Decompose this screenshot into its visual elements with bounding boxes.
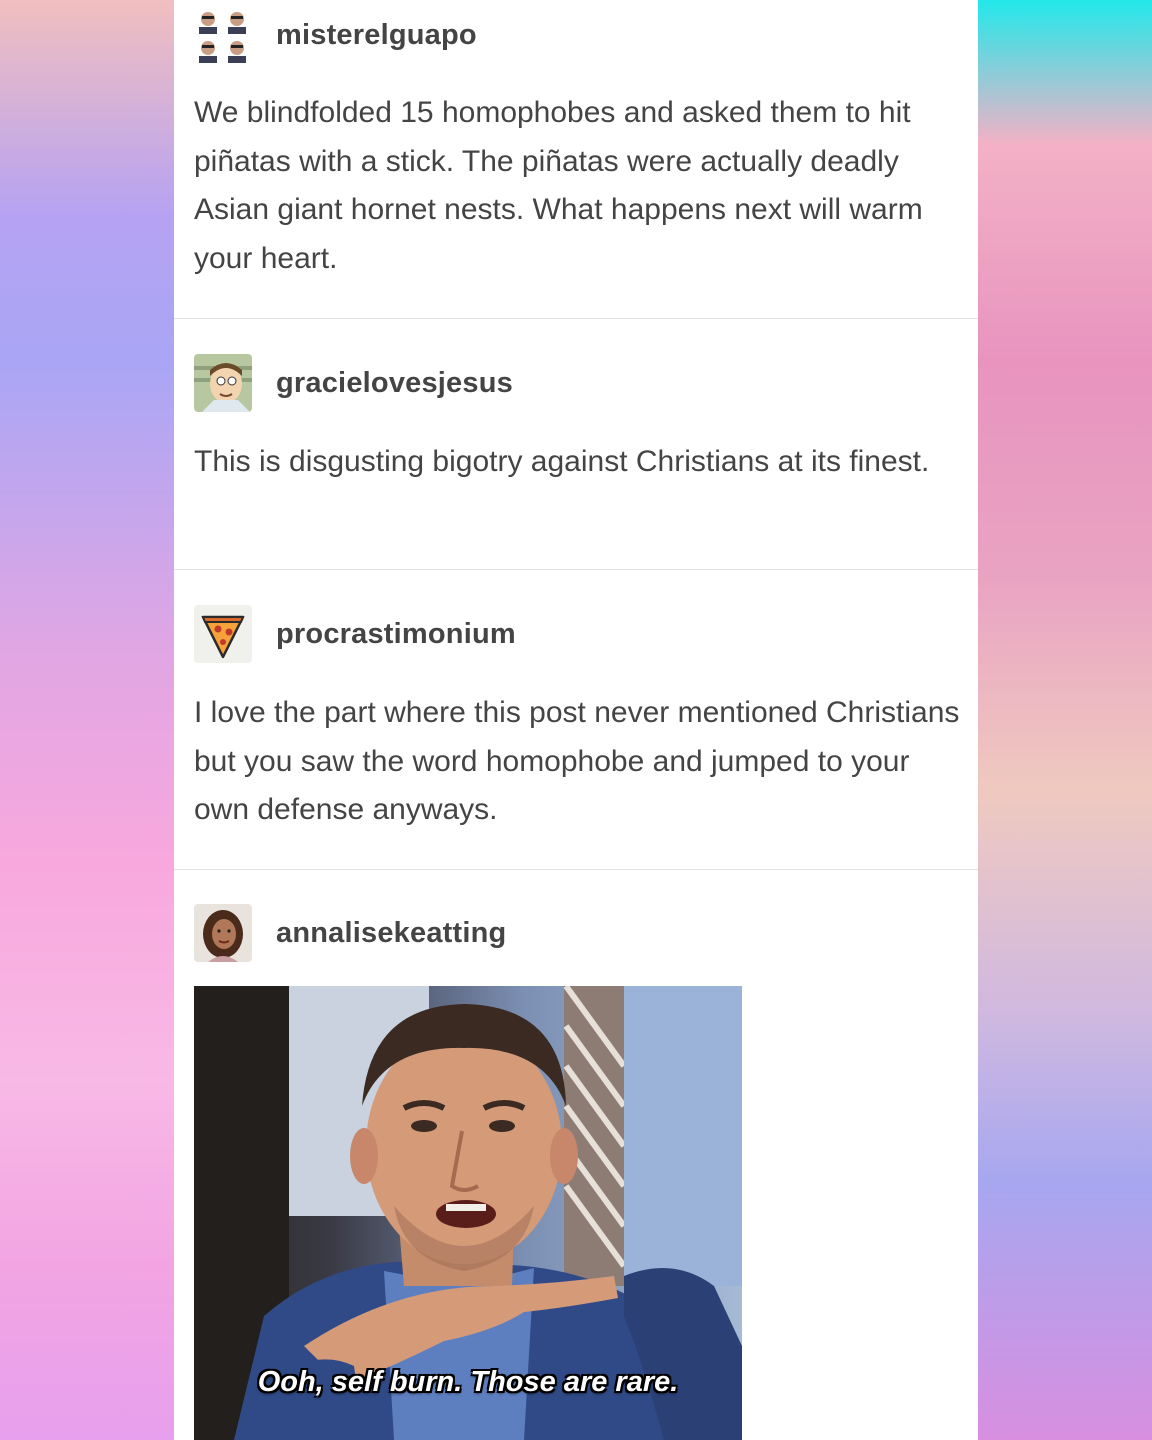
reaction-gif[interactable]: Ooh, self burn. Those are rare. — [194, 986, 742, 1440]
username[interactable]: annalisekeatting — [276, 917, 506, 950]
username[interactable]: procrastimonium — [276, 618, 516, 651]
gradient-background-left — [0, 0, 174, 1440]
post-header: annalisekeatting — [194, 904, 506, 962]
woman-portrait-avatar-icon[interactable] — [194, 904, 252, 962]
post-misterelguapo: misterelguapo We blindfolded 15 homophob… — [174, 0, 978, 319]
post-header: misterelguapo — [194, 6, 477, 64]
post-header: gracielovesjesus — [194, 354, 513, 412]
cartoon-man-avatar-icon[interactable] — [194, 354, 252, 412]
username[interactable]: misterelguapo — [276, 19, 477, 52]
gradient-background-right — [978, 0, 1152, 1440]
post-text: We blindfolded 15 homophobes and asked t… — [194, 96, 923, 275]
post-header: procrastimonium — [194, 605, 516, 663]
pizza-slice-avatar-icon[interactable] — [194, 605, 252, 663]
post-procrastimonium: procrastimonium I love the part where th… — [174, 570, 978, 870]
post-gracielovesjesus: gracielovesjesus This is disgusting bigo… — [174, 319, 978, 570]
gif-caption: Ooh, self burn. Those are rare. — [257, 1366, 679, 1398]
reblog-thread-panel: misterelguapo We blindfolded 15 homophob… — [174, 0, 978, 1440]
post-text: I love the part where this post never me… — [194, 696, 960, 826]
post-text: This is disgusting bigotry against Chris… — [194, 445, 930, 478]
username[interactable]: gracielovesjesus — [276, 367, 513, 400]
four-faces-grid-avatar-icon[interactable] — [194, 6, 252, 64]
